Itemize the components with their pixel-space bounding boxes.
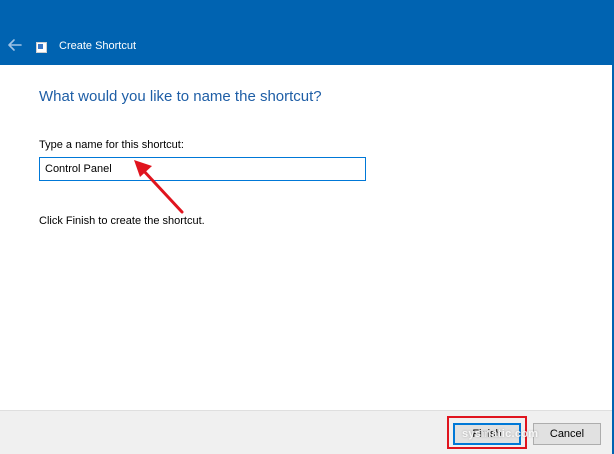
annotation-arrow-icon [134,160,184,214]
title-bar: Create Shortcut [0,0,614,64]
instruction-text: Click Finish to create the shortcut. [39,215,205,227]
finish-button[interactable]: Finish [453,423,521,445]
cancel-button[interactable]: Cancel [533,423,601,445]
window-title: Create Shortcut [59,40,137,52]
page-heading: What would you like to name the shortcut… [39,88,322,105]
wizard-content: What would you like to name the shortcut… [0,65,612,410]
shortcut-icon [36,42,47,53]
back-arrow-icon[interactable] [6,36,24,54]
button-bar: Finish Cancel sysmatic.com [0,410,612,454]
create-shortcut-window: Create Shortcut What would you like to n… [0,0,614,454]
shortcut-name-input[interactable] [39,157,366,181]
